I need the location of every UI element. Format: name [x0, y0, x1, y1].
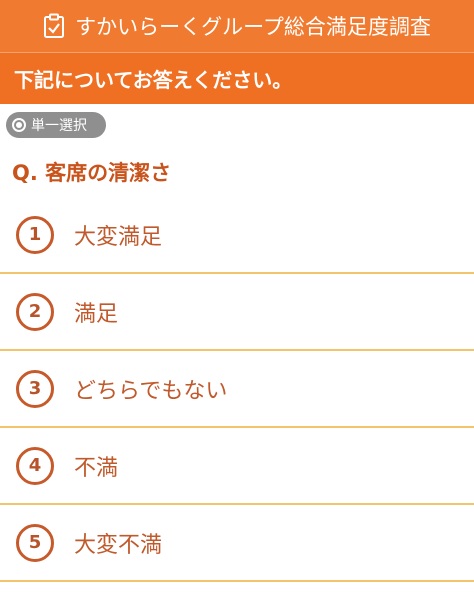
options-list: 1 大変満足 2 満足 3 どちらでもない 4 不満 5 大変不満	[0, 197, 474, 582]
instruction-text: 下記についてお答えください。	[14, 68, 293, 92]
option-label: 大変不満	[74, 532, 163, 558]
single-select-badge: 単一選択	[6, 112, 106, 138]
option-number-circle: 5	[16, 523, 54, 562]
option-number-circle: 3	[16, 369, 54, 408]
option-satisfied[interactable]: 2 満足	[0, 274, 474, 351]
option-number-circle: 2	[16, 292, 54, 331]
clipboard-check-icon	[44, 13, 65, 38]
option-very-satisfied[interactable]: 1 大変満足	[0, 197, 474, 274]
badge-label: 単一選択	[31, 118, 87, 134]
option-very-dissatisfied[interactable]: 5 大変不満	[0, 505, 474, 582]
option-neutral[interactable]: 3 どちらでもない	[0, 351, 474, 428]
option-label: どちらでもない	[74, 378, 228, 404]
radio-icon	[12, 118, 26, 132]
instruction-bar: 下記についてお答えください。	[0, 52, 474, 104]
option-dissatisfied[interactable]: 4 不満	[0, 428, 474, 505]
option-label: 大変満足	[74, 224, 163, 250]
option-label: 満足	[74, 301, 119, 327]
option-label: 不満	[74, 455, 119, 481]
option-number-circle: 1	[16, 215, 54, 254]
app-title: すかいらーくグループ総合満足度調査	[75, 15, 431, 39]
question-title: Q. 客席の清潔さ	[12, 161, 172, 185]
app-header: すかいらーくグループ総合満足度調査	[0, 0, 474, 52]
option-number-circle: 4	[16, 446, 54, 485]
